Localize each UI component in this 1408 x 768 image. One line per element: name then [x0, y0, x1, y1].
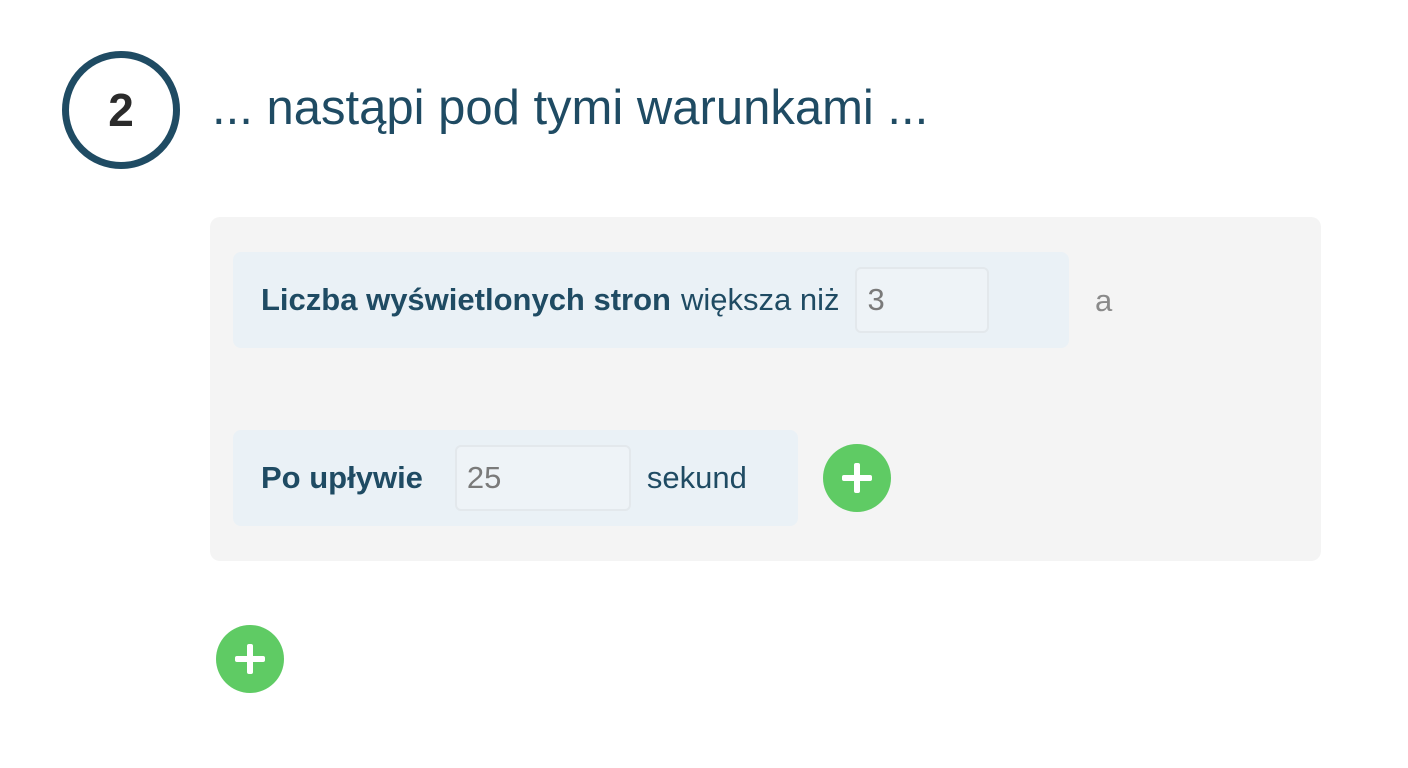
- add-condition-group-button[interactable]: [216, 625, 284, 693]
- seconds-input[interactable]: [454, 445, 631, 511]
- plus-icon: [842, 463, 872, 493]
- seconds-unit-label: sekund: [646, 460, 747, 495]
- step-title: ... nastąpi pod tymi warunkami ...: [212, 81, 929, 135]
- plus-icon: [235, 644, 265, 674]
- page: 2 ... nastąpi pod tymi warunkami ... Lic…: [0, 0, 1408, 768]
- add-condition-button[interactable]: [823, 444, 891, 512]
- step-number-badge: 2: [62, 51, 180, 169]
- condition-page-views: Liczba wyświetlonych stron większa niż: [233, 252, 1069, 348]
- time-elapsed-label: Po upływie: [261, 460, 423, 495]
- step-number: 2: [108, 84, 134, 136]
- condition-time-elapsed: Po upływie sekund: [233, 430, 798, 526]
- page-views-label: Liczba wyświetlonych stron: [261, 282, 671, 317]
- conditions-panel: Liczba wyświetlonych stron większa niż a…: [210, 217, 1321, 561]
- page-views-input[interactable]: [855, 267, 990, 333]
- page-views-operator: większa niż: [680, 282, 840, 317]
- condition-connector: a: [1095, 283, 1113, 318]
